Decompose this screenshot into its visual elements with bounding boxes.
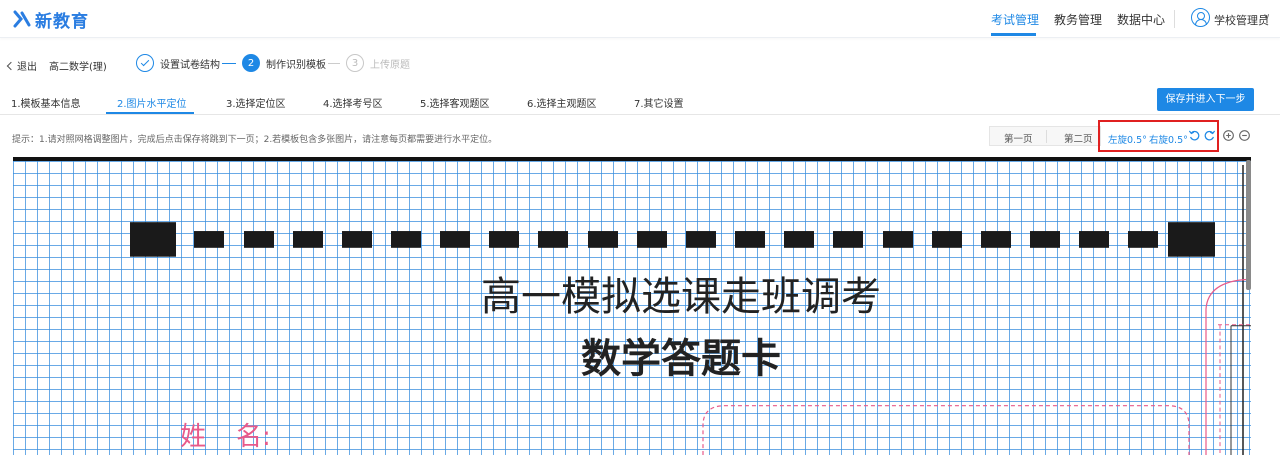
exit-label: 退出 bbox=[17, 62, 37, 73]
step-bar: 退出 高二数学(理) 设置试卷结构 2 制作识别模板 3 上传原题 bbox=[0, 50, 1280, 78]
user-avatar-icon[interactable] bbox=[1191, 8, 1210, 27]
tab-select-objective[interactable]: 5.选择客观题区 bbox=[420, 95, 490, 110]
tab-active-indicator bbox=[106, 112, 194, 114]
nav-active-indicator bbox=[991, 33, 1036, 36]
page-first-button[interactable]: 第一页 bbox=[1004, 131, 1033, 145]
logo-mark-icon bbox=[13, 10, 31, 28]
rotate-ccw-icon[interactable] bbox=[1188, 129, 1201, 142]
check-icon bbox=[136, 54, 154, 72]
page-switcher: 第一页 第二页 bbox=[989, 126, 1101, 146]
rotate-left-button[interactable]: 左旋0.5° bbox=[1108, 132, 1147, 146]
tab-select-subjective[interactable]: 6.选择主观题区 bbox=[527, 95, 597, 110]
hint-text: 提示：1.请对照网格调整图片，完成后点击保存将跳到下一页；2.若模板包含多张图片… bbox=[12, 135, 498, 145]
step-number: 3 bbox=[346, 54, 364, 72]
page-second-button[interactable]: 第二页 bbox=[1064, 131, 1093, 145]
nav-divider bbox=[1174, 10, 1175, 28]
tab-template-info[interactable]: 1.模板基本信息 bbox=[11, 95, 81, 110]
tab-select-locator[interactable]: 3.选择定位区 bbox=[226, 95, 286, 110]
rotate-cw-icon[interactable] bbox=[1203, 129, 1216, 142]
rotate-right-button[interactable]: 右旋0.5° bbox=[1149, 132, 1188, 146]
nav-exam-management[interactable]: 考试管理 bbox=[991, 11, 1039, 28]
tab-bar: 1.模板基本信息 2.图片水平定位 3.选择定位区 4.选择考号区 5.选择客观… bbox=[0, 86, 1280, 115]
page-divider bbox=[1046, 130, 1047, 143]
step-number: 2 bbox=[242, 54, 260, 72]
step-label: 制作识别模板 bbox=[266, 59, 326, 71]
step-label: 上传原题 bbox=[370, 59, 410, 71]
tab-other-settings[interactable]: 7.其它设置 bbox=[634, 95, 684, 110]
zoom-out-icon[interactable] bbox=[1238, 129, 1251, 142]
step-set-structure[interactable]: 设置试卷结构 bbox=[136, 54, 220, 72]
name-field-label: 姓名: bbox=[180, 416, 271, 453]
top-nav: 新教育 考试管理 教务管理 数据中心 学校管理员 ∨ bbox=[0, 0, 1280, 38]
nav-data-center[interactable]: 数据中心 bbox=[1117, 11, 1165, 28]
save-and-next-button[interactable]: 保存并进入下一步 bbox=[1157, 88, 1254, 111]
nav-academic-affairs[interactable]: 教务管理 bbox=[1054, 11, 1102, 28]
tab-select-exam-number[interactable]: 4.选择考号区 bbox=[323, 95, 383, 110]
step-label: 设置试卷结构 bbox=[160, 59, 220, 71]
zoom-in-icon[interactable] bbox=[1222, 129, 1235, 142]
app-logo[interactable]: 新教育 bbox=[12, 8, 89, 32]
step-upload-question[interactable]: 3 上传原题 bbox=[346, 54, 410, 72]
chevron-down-icon[interactable]: ∨ bbox=[1263, 12, 1270, 23]
sheet-subtitle: 数学答题卡 bbox=[581, 336, 781, 382]
user-name[interactable]: 学校管理员 bbox=[1214, 12, 1269, 28]
name-label-char1: 姓 bbox=[180, 422, 207, 452]
step-connector bbox=[222, 63, 236, 64]
exit-button[interactable]: 退出 bbox=[6, 58, 37, 73]
subject-crumb: 高二数学(理) bbox=[49, 62, 107, 73]
tab-horizontal-position[interactable]: 2.图片水平定位 bbox=[117, 95, 187, 110]
logo-text: 新教育 bbox=[35, 11, 89, 32]
step-make-template[interactable]: 2 制作识别模板 bbox=[242, 54, 326, 72]
name-label-char2: 名: bbox=[236, 422, 271, 452]
sheet-title: 高一模拟选课走班调考 bbox=[481, 274, 881, 320]
back-arrow-icon bbox=[6, 61, 16, 71]
step-connector bbox=[328, 63, 340, 64]
